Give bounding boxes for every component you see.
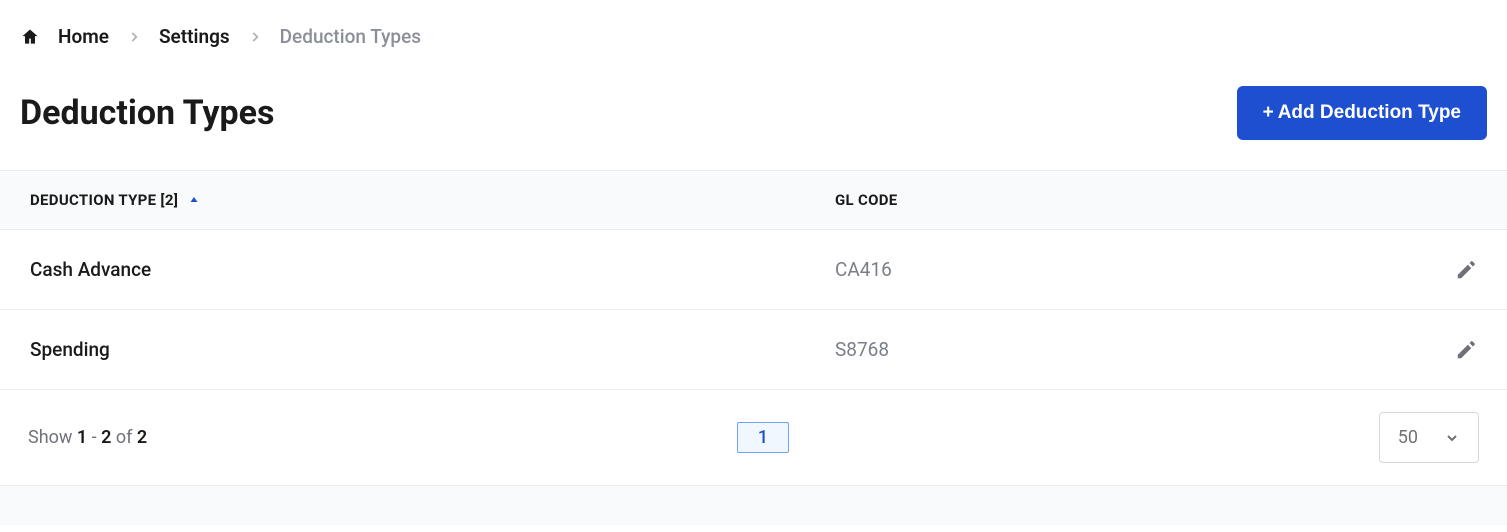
cell-deduction-type: Spending [30,338,835,361]
cell-gl-code: S8768 [835,338,1417,361]
deduction-types-table: DEDUCTION TYPE [2] GL CODE Cash Advance … [0,170,1507,485]
sort-ascending-icon [188,194,200,206]
column-label: GL CODE [835,191,898,209]
column-header-deduction-type[interactable]: DEDUCTION TYPE [2] [30,191,835,209]
page-size-value: 50 [1398,427,1418,448]
breadcrumb: Home Settings Deduction Types [20,25,1487,48]
home-icon[interactable] [20,27,40,47]
table-header: DEDUCTION TYPE [2] GL CODE [0,171,1507,230]
cell-deduction-type: Cash Advance [30,258,835,281]
page-number-current[interactable]: 1 [737,422,789,453]
pagination-info: Show 1 - 2 of 2 [28,427,147,448]
chevron-right-icon [127,30,141,44]
breadcrumb-settings[interactable]: Settings [159,25,230,48]
column-header-gl-code[interactable]: GL CODE [835,191,1417,209]
footer-spacer [0,485,1507,525]
chevron-down-icon [1444,430,1460,446]
add-deduction-type-button[interactable]: + Add Deduction Type [1237,86,1487,140]
table-row: Cash Advance CA416 [0,230,1507,310]
add-button-label: Add Deduction Type [1278,102,1461,124]
page-header: Deduction Types + Add Deduction Type [20,86,1487,140]
page-title: Deduction Types [20,93,275,133]
chevron-right-icon [248,30,262,44]
breadcrumb-current: Deduction Types [280,25,421,48]
cell-gl-code: CA416 [835,258,1417,281]
edit-icon[interactable] [1455,339,1477,361]
pagination: Show 1 - 2 of 2 1 50 [0,390,1507,485]
page-size-select[interactable]: 50 [1379,412,1479,463]
plus-icon: + [1263,102,1274,124]
table-row: Spending S8768 [0,310,1507,390]
breadcrumb-home[interactable]: Home [58,25,109,48]
column-label: DEDUCTION TYPE [2] [30,191,178,209]
edit-icon[interactable] [1455,259,1477,281]
